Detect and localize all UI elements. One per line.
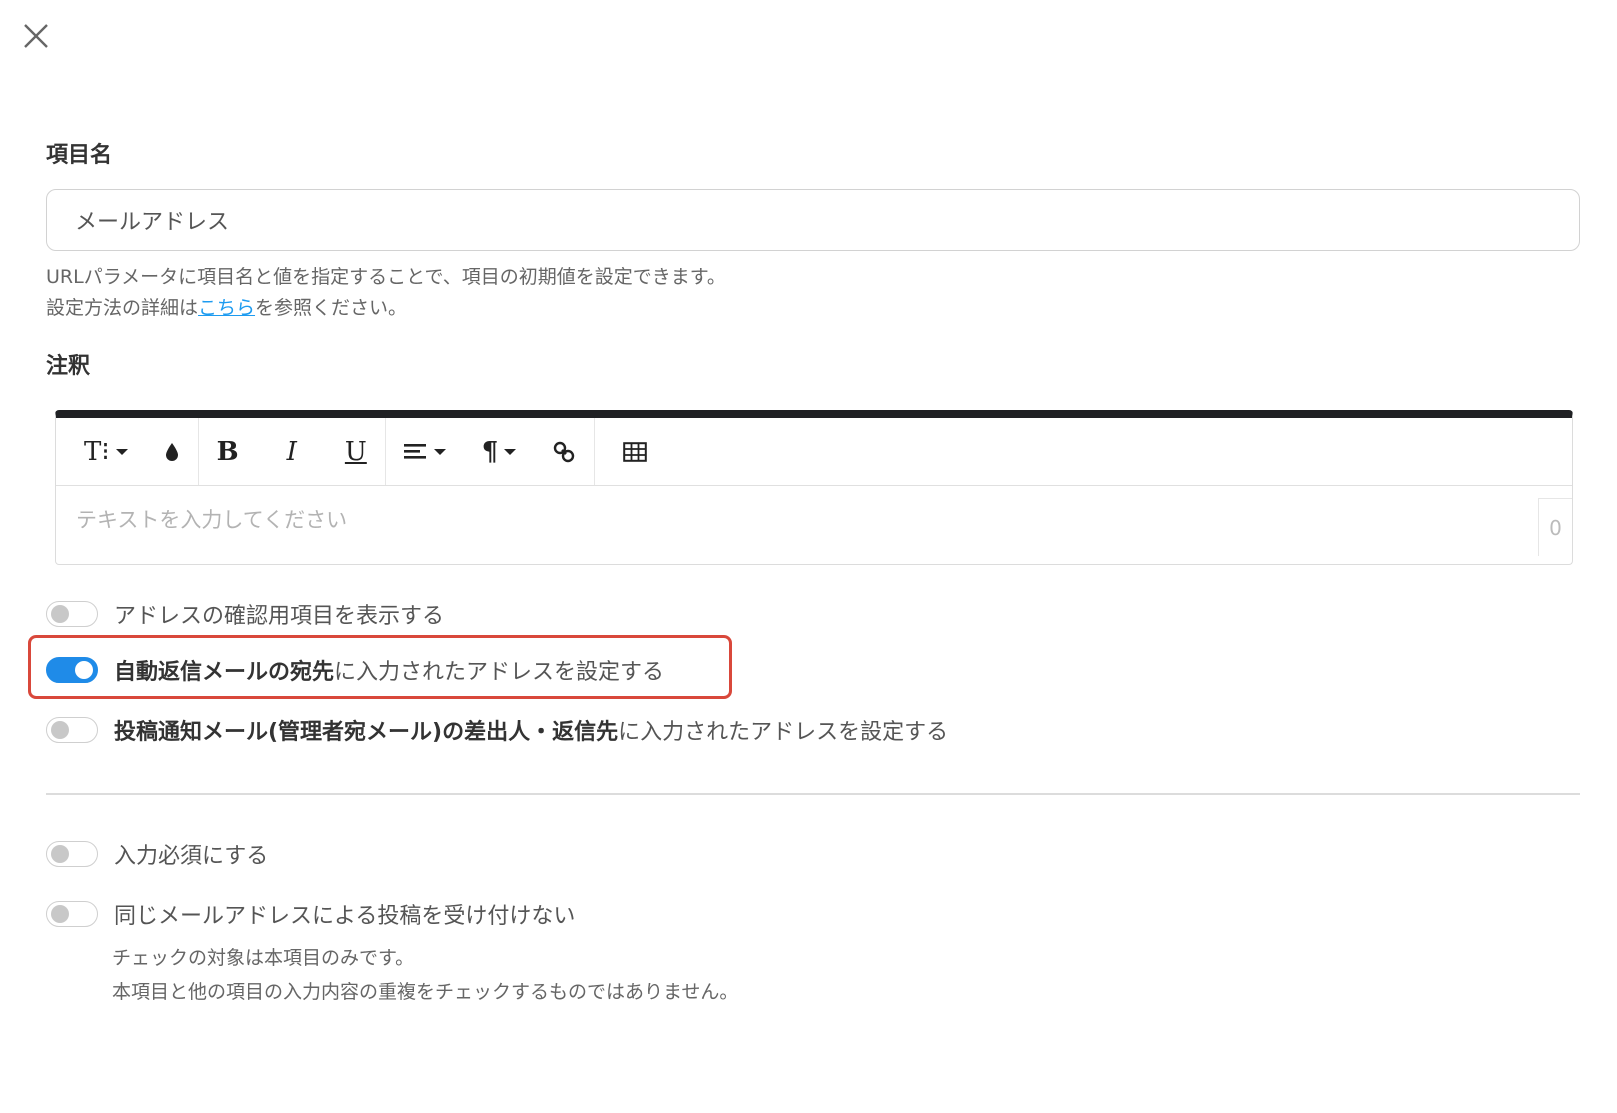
close-icon [24, 24, 48, 48]
toggle-row-auto-reply: 自動返信メールの宛先に入力されたアドレスを設定する [46, 654, 664, 686]
chevron-down-icon [433, 448, 446, 455]
required-label: 入力必須にする [114, 844, 269, 869]
admin-notify-sender-toggle[interactable] [46, 717, 98, 743]
duplicate-note-line-2: 本項目と他の項目の入力内容の重複をチェックするものではありません。 [112, 981, 739, 1003]
toolbar-group-insert [595, 418, 675, 485]
unique-email-label: 同じメールアドレスによる投稿を受け付けない [114, 904, 576, 929]
table-icon [623, 441, 648, 462]
close-button[interactable] [18, 18, 54, 54]
toggle-row-confirm-address: アドレスの確認用項目を表示する [46, 598, 444, 630]
item-name-input[interactable] [46, 189, 1580, 251]
item-settings-panel: 項目名 URLパラメータに項目名と値を指定することで、項目の初期値を設定できます… [0, 0, 1617, 1113]
confirm-address-toggle[interactable] [46, 601, 98, 627]
duplicate-note-line-1: チェックの対象は本項目のみです。 [112, 947, 415, 969]
character-counter: 0 [1538, 498, 1572, 556]
help-link[interactable]: こちら [198, 297, 255, 319]
toolbar-group-format: B I U [199, 418, 386, 485]
admin-notify-label-rest: に入力されたアドレスを設定する [618, 720, 949, 745]
auto-reply-label-bold: 自動返信メールの宛先 [114, 660, 335, 685]
url-parameter-help: URLパラメータに項目名と値を指定することで、項目の初期値を設定できます。 設定… [46, 262, 726, 324]
align-left-icon [403, 443, 426, 459]
underline-button[interactable]: U [327, 418, 385, 485]
droplet-icon [165, 442, 178, 461]
help-line-1: URLパラメータに項目名と値を指定することで、項目の初期値を設定できます。 [46, 266, 726, 288]
toggle-knob [51, 721, 69, 739]
rich-text-editor: T⁝ B I U ¶ テキストを入力してください 0 [55, 410, 1573, 565]
section-divider [46, 793, 1580, 795]
unique-email-toggle[interactable] [46, 901, 98, 927]
bold-button[interactable]: B [199, 418, 257, 485]
paragraph-button[interactable]: ¶ [464, 418, 535, 485]
paragraph-icon: ¶ [481, 436, 499, 467]
confirm-address-label: アドレスの確認用項目を表示する [114, 604, 445, 629]
toggle-row-required: 入力必須にする [46, 838, 268, 870]
auto-reply-address-toggle[interactable] [46, 657, 98, 683]
toggle-knob [51, 605, 69, 623]
item-name-label: 項目名 [46, 143, 113, 168]
toggle-knob [75, 661, 93, 679]
toggle-row-unique-email: 同じメールアドレスによる投稿を受け付けない [46, 898, 575, 930]
help-line-2-prefix: 設定方法の詳細は [46, 297, 199, 319]
admin-notify-label: 投稿通知メール(管理者宛メール)の差出人・返信先に入力されたアドレスを設定する [114, 714, 948, 746]
required-toggle[interactable] [46, 841, 98, 867]
help-line-2-suffix: を参照ください。 [255, 297, 408, 319]
editor-toolbar: T⁝ B I U ¶ [56, 418, 1572, 486]
text-size-button[interactable]: T⁝ [66, 418, 146, 485]
table-button[interactable] [595, 418, 675, 485]
text-size-icon: T⁝ [84, 436, 110, 467]
link-icon [554, 441, 575, 462]
auto-reply-label: 自動返信メールの宛先に入力されたアドレスを設定する [114, 654, 664, 686]
annotation-label: 注釈 [46, 354, 91, 379]
link-button[interactable] [534, 418, 594, 485]
italic-button[interactable]: I [257, 418, 327, 485]
editor-placeholder: テキストを入力してください [76, 508, 348, 532]
admin-notify-label-bold: 投稿通知メール(管理者宛メール)の差出人・返信先 [114, 720, 619, 745]
align-button[interactable] [386, 418, 464, 485]
toggle-knob [51, 845, 69, 863]
chevron-down-icon [504, 448, 517, 455]
toggle-row-admin-notify: 投稿通知メール(管理者宛メール)の差出人・返信先に入力されたアドレスを設定する [46, 714, 948, 746]
help-line-2: 設定方法の詳細はこちらを参照ください。 [46, 293, 726, 324]
text-color-button[interactable] [146, 418, 198, 485]
toolbar-group-text: T⁝ [66, 418, 199, 485]
duplicate-check-note: チェックの対象は本項目のみです。 本項目と他の項目の入力内容の重複をチェックする… [112, 941, 738, 1009]
chevron-down-icon [115, 448, 128, 455]
auto-reply-label-rest: に入力されたアドレスを設定する [334, 660, 665, 685]
toggle-knob [51, 905, 69, 923]
toolbar-group-block: ¶ [386, 418, 596, 485]
editor-content[interactable]: テキストを入力してください 0 [56, 486, 1572, 558]
